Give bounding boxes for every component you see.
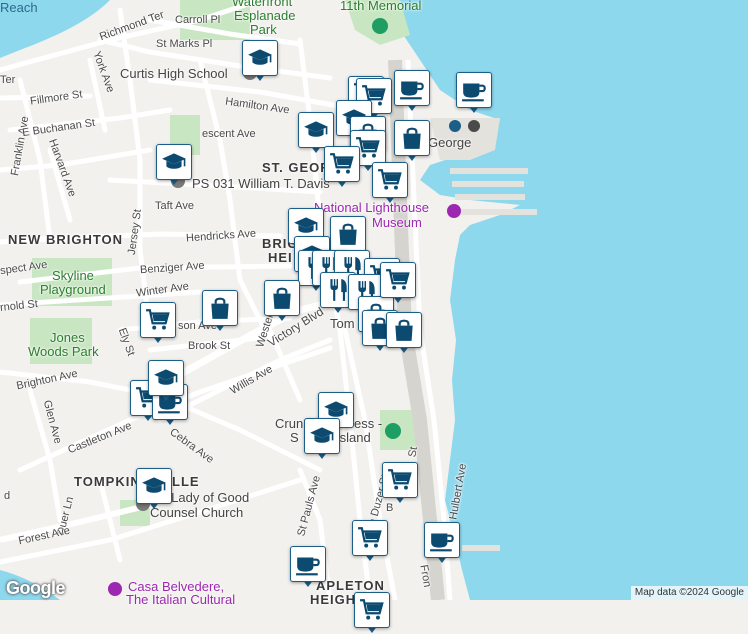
shopping-cart-icon <box>380 262 416 298</box>
poi-label: Curtis High School <box>120 66 228 81</box>
street-label: St <box>406 445 421 459</box>
park-label: Jones <box>50 330 85 345</box>
shopping-bag-icon <box>264 280 300 316</box>
neighborhood-label: TOMPKIN <box>74 474 141 489</box>
shopping-cart-map-marker[interactable] <box>380 262 416 304</box>
street-label: Carroll Pl <box>175 14 221 26</box>
shopping-cart-icon <box>372 162 408 198</box>
coffee-icon <box>456 72 492 108</box>
street-label: Brook St <box>188 340 231 352</box>
shopping-bag-icon <box>386 312 422 348</box>
park-label: Park <box>250 22 277 37</box>
shopping-cart-icon <box>352 520 388 556</box>
gym-marker <box>385 423 401 439</box>
school-map-marker[interactable] <box>136 468 172 510</box>
shopping-cart-map-marker[interactable] <box>354 592 390 634</box>
shopping-bag-map-marker[interactable] <box>202 290 238 332</box>
coffee-icon <box>394 70 430 106</box>
school-map-marker[interactable] <box>242 40 278 82</box>
school-icon <box>148 360 184 396</box>
pier <box>452 181 524 187</box>
school-icon <box>304 418 340 454</box>
poi-label: Crun <box>275 416 304 431</box>
shopping-bag-icon <box>202 290 238 326</box>
school-map-marker[interactable] <box>148 360 184 402</box>
pier <box>462 545 500 551</box>
school-icon <box>156 144 192 180</box>
pier <box>455 194 525 200</box>
shopping-bag-icon <box>394 120 430 156</box>
shopping-bag-map-marker[interactable] <box>394 120 430 162</box>
neighborhood-label: LLE <box>172 474 200 489</box>
school-icon <box>298 112 334 148</box>
poi-label: S <box>290 430 299 445</box>
street-label: Taft Ave <box>155 200 194 212</box>
pier <box>450 168 528 174</box>
shopping-cart-map-marker[interactable] <box>372 162 408 204</box>
transit-marker <box>449 120 461 132</box>
transit-marker <box>468 120 480 132</box>
park-label: Skyline <box>52 268 94 283</box>
casa-marker <box>108 582 122 596</box>
street-label: escent Ave <box>202 128 256 140</box>
school-icon <box>136 468 172 504</box>
neighborhood-label: HEI <box>268 250 293 265</box>
shopping-bag-map-marker[interactable] <box>386 312 422 354</box>
shopping-bag-icon <box>330 216 366 252</box>
street-label: d <box>4 490 11 502</box>
park-label: 11th Memorial <box>340 0 422 13</box>
coffee-map-marker[interactable] <box>456 72 492 114</box>
school-map-marker[interactable] <box>156 144 192 186</box>
coffee-map-marker[interactable] <box>424 522 460 564</box>
water-label: Reach <box>0 0 38 15</box>
shopping-cart-map-marker[interactable] <box>140 302 176 344</box>
shopping-cart-icon <box>140 302 176 338</box>
neighborhood-label: APLETON <box>316 578 385 593</box>
coffee-map-marker[interactable] <box>394 70 430 112</box>
shopping-cart-icon <box>382 462 418 498</box>
park-label: Esplanade <box>234 8 296 23</box>
memorial-marker <box>372 18 388 34</box>
poi-label: Tom <box>330 316 355 331</box>
poi-label: George <box>428 135 472 150</box>
shopping-cart-icon <box>354 592 390 628</box>
shopping-cart-icon <box>324 146 360 182</box>
shopping-bag-map-marker[interactable] <box>264 280 300 322</box>
map-attribution[interactable]: Map data ©2024 Google <box>630 586 748 600</box>
park-label: Playground <box>40 282 106 297</box>
school-icon <box>242 40 278 76</box>
museum-marker <box>447 204 461 218</box>
shopping-cart-map-marker[interactable] <box>352 520 388 562</box>
shopping-cart-map-marker[interactable] <box>324 146 360 188</box>
coffee-map-marker[interactable] <box>290 546 326 588</box>
park-label: Woods Park <box>28 344 99 359</box>
coffee-icon <box>290 546 326 582</box>
museum-label: Museum <box>372 215 422 230</box>
school-map-marker[interactable] <box>304 418 340 460</box>
street-label: Ter <box>0 74 16 86</box>
shopping-cart-map-marker[interactable] <box>382 462 418 504</box>
coffee-icon <box>424 522 460 558</box>
google-logo: Google <box>6 578 66 598</box>
poi-label: ess - <box>354 416 383 431</box>
neighborhood-label: NEW BRIGHTON <box>8 232 124 247</box>
pier <box>455 209 537 215</box>
poi-label: PS 031 William T. Davis <box>192 176 330 191</box>
street-label: St Marks Pl <box>156 38 213 50</box>
